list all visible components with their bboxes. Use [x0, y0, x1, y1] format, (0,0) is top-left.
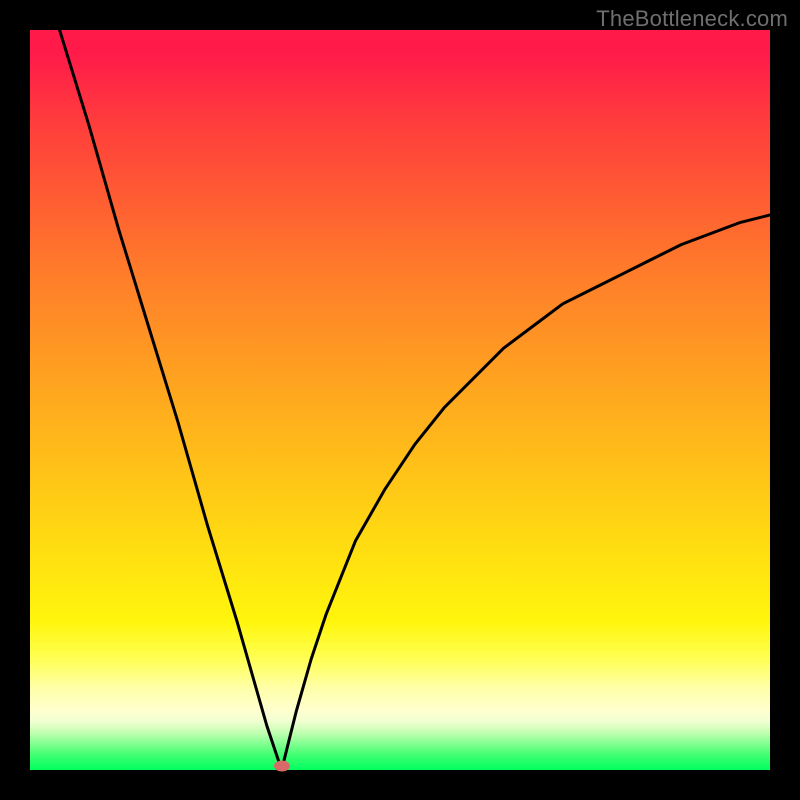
outer-frame: TheBottleneck.com — [0, 0, 800, 800]
curve-right-branch — [282, 215, 770, 770]
curve-svg — [30, 30, 770, 770]
plot-area — [30, 30, 770, 770]
watermark-text: TheBottleneck.com — [596, 6, 788, 32]
curve-left-branch — [60, 30, 282, 770]
minimum-marker — [274, 761, 290, 772]
